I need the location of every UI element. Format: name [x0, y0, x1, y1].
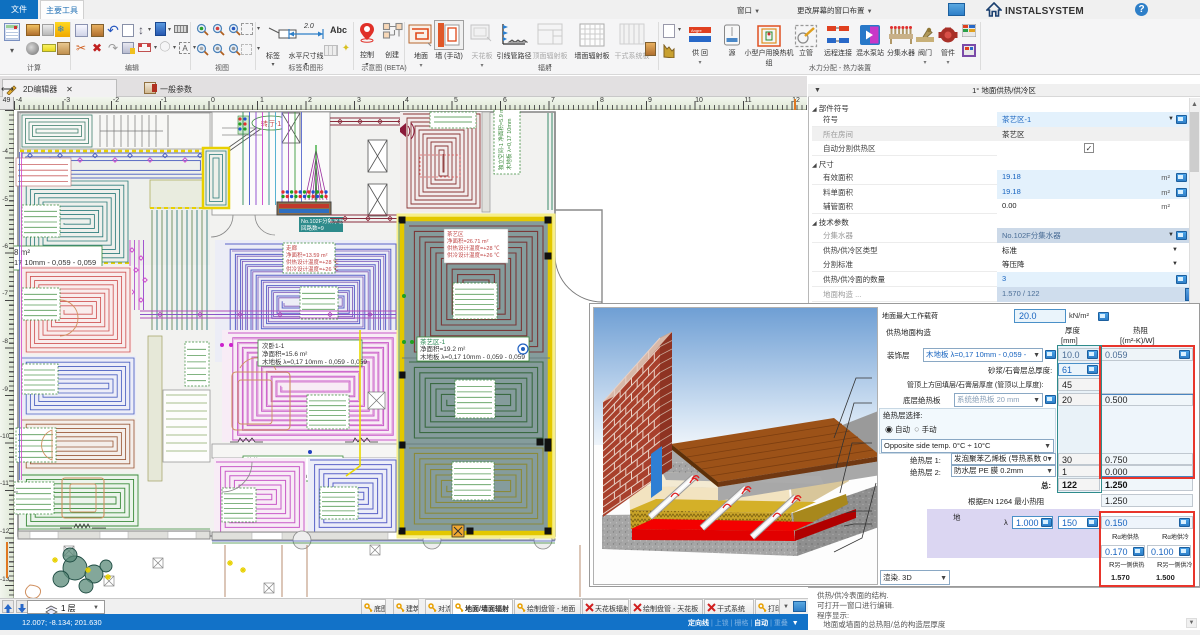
svg-text:8 m²: 8 m² [14, 248, 30, 257]
svg-text:茶艺区: 茶艺区 [447, 230, 464, 238]
svg-text:净面积=19.2 m²: 净面积=19.2 m² [420, 344, 466, 353]
svg-text:净面积=13.59 m²: 净面积=13.59 m² [286, 251, 328, 259]
svg-text:木地板 λ=0,17 10mm: 木地板 λ=0,17 10mm [505, 118, 513, 170]
svg-text:次卧1-1: 次卧1-1 [262, 341, 285, 350]
svg-text:独立空间-1 净面积=5.9 m²: 独立空间-1 净面积=5.9 m² [497, 110, 505, 170]
svg-text:走廊: 走廊 [286, 244, 298, 252]
svg-text:回路数=9: 回路数=9 [301, 224, 324, 232]
svg-text:转厅-1: 转厅-1 [261, 119, 281, 128]
svg-text:Angre: Angre [691, 28, 702, 33]
svg-text:2.0: 2.0 [303, 23, 314, 30]
svg-text:木地板 λ=0,17 10mm - 0,059 - 0,05: 木地板 λ=0,17 10mm - 0,059 - 0,059 [262, 357, 367, 366]
svg-text:供热设计温度=+28 ℃: 供热设计温度=+28 ℃ [447, 244, 500, 252]
svg-text:供冷设计温度=+26 ℃: 供冷设计温度=+26 ℃ [447, 251, 500, 259]
svg-text:供热设计温度=+28 ℃: 供热设计温度=+28 ℃ [286, 258, 339, 266]
svg-text:木地板 λ=0,17 10mm - 0,059 - 0,05: 木地板 λ=0,17 10mm - 0,059 - 0,059 [420, 352, 525, 361]
svg-text:净面积=26.71 m²: 净面积=26.71 m² [447, 237, 489, 245]
svg-text:17 10mm - 0,059 - 0,059: 17 10mm - 0,059 - 0,059 [14, 258, 96, 267]
svg-text:茶艺区-1: 茶艺区-1 [420, 337, 446, 346]
svg-text:净面积=15.6 m²: 净面积=15.6 m² [262, 349, 308, 358]
svg-text:供冷设计温度=+26 ℃: 供冷设计温度=+26 ℃ [286, 265, 339, 273]
